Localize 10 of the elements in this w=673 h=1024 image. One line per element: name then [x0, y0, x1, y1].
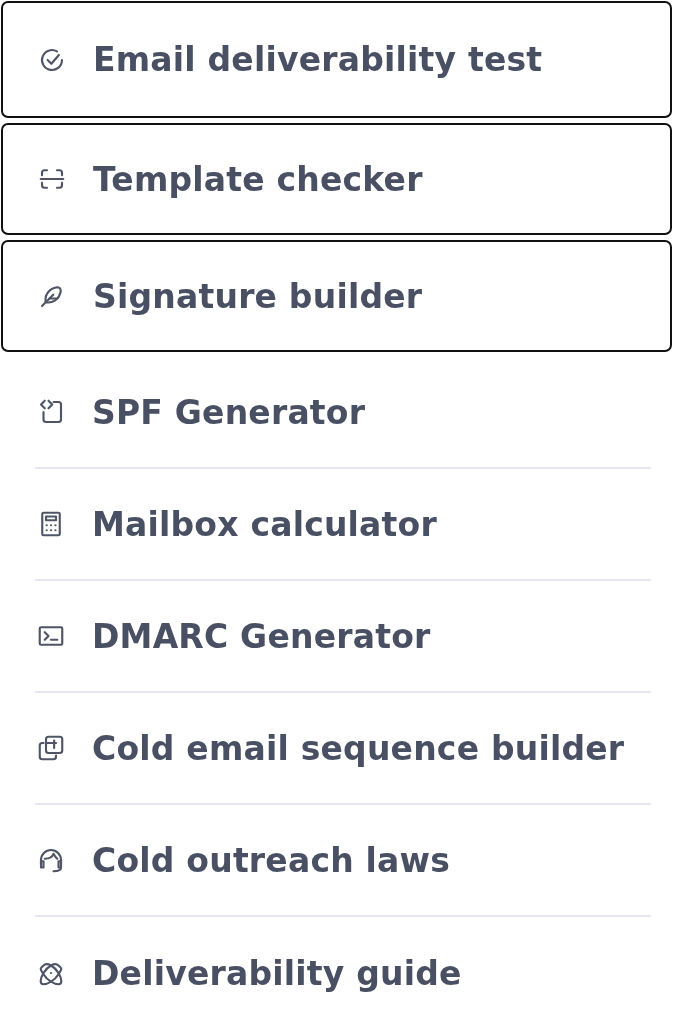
tool-item[interactable]: Mailbox calculator	[35, 469, 651, 581]
tool-item[interactable]: Template checker	[1, 123, 672, 235]
tool-item[interactable]: SPF Generator	[35, 357, 651, 469]
tool-item[interactable]: DMARC Generator	[35, 581, 651, 693]
tool-item[interactable]: Signature builder	[1, 240, 672, 352]
tool-item[interactable]: Cold email sequence builder	[35, 693, 651, 805]
tool-item[interactable]: Email deliverability test	[1, 1, 672, 118]
add-copy-icon	[36, 733, 66, 763]
tool-item[interactable]: Deliverability guide	[35, 917, 651, 1024]
tool-item[interactable]: Cold outreach laws	[35, 805, 651, 917]
